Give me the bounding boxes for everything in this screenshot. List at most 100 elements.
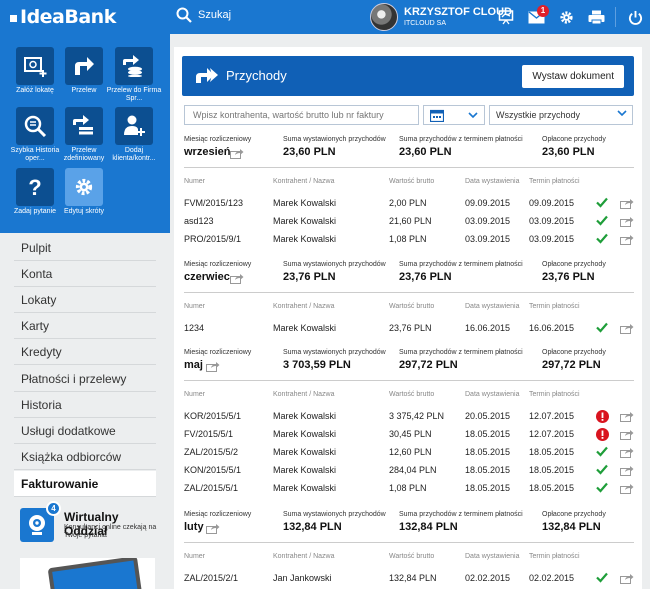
row-number: 1234: [184, 323, 205, 333]
tile-edit-shortcuts[interactable]: Edytuj skróty: [56, 168, 112, 216]
sidebar-item-platnosci[interactable]: Płatności i przelewy: [14, 366, 156, 392]
brand-logo[interactable]: IdeaBank: [10, 6, 116, 28]
table-row[interactable]: ZAL/2015/5/1 Marek Kowalski 1,08 PLN 18.05.…: [184, 482, 634, 500]
row-due: 09.09.2015: [529, 198, 575, 208]
sidebar-item-pulpit[interactable]: Pulpit: [14, 235, 156, 261]
month-label: Miesiąc rozliczeniowy: [184, 136, 252, 143]
income-type-select[interactable]: Wszystkie przychody: [489, 105, 633, 125]
table-row[interactable]: ZAL/2015/5/2 Marek Kowalski 12,60 PLN 18.05…: [184, 446, 634, 464]
row-due: 03.09.2015: [529, 234, 575, 244]
share-icon[interactable]: [620, 573, 634, 584]
sum-issued-label: Suma wystawionych przychodów: [283, 261, 386, 268]
row-contractor: Marek Kowalski: [273, 216, 337, 226]
tile-transfer-firm[interactable]: Przelew do Firma Spr...: [106, 47, 162, 103]
share-icon[interactable]: [230, 273, 244, 284]
col-number: Numer: [184, 391, 206, 398]
gear-icon: [75, 178, 93, 196]
table-row[interactable]: PRO/2015/9/1 Marek Kowalski 1,08 PLN 03.09.…: [184, 233, 634, 251]
tablet-image: [47, 558, 143, 589]
col-number: Numer: [184, 178, 206, 185]
sidebar-item-karty[interactable]: Karty: [14, 313, 156, 339]
row-number: FVM/2015/123: [184, 198, 244, 208]
date-filter[interactable]: [423, 105, 485, 125]
sidebar-item-historia[interactable]: Historia: [14, 392, 156, 418]
col-due-date: Termin płatności: [529, 391, 580, 398]
virtual-office[interactable]: 4 Wirtualny Oddział Konsultanci online c…: [20, 501, 160, 544]
tile-ask-question[interactable]: ? Zadaj pytanie: [7, 168, 63, 216]
row-due: 18.05.2015: [529, 465, 575, 475]
share-icon[interactable]: [620, 429, 634, 440]
settings-button[interactable]: [551, 0, 581, 34]
tile-quick-history[interactable]: Szybka Historia oper...: [7, 107, 63, 163]
panel-title: Przychody: [226, 68, 287, 83]
sum-due-value: 23,76 PLN: [399, 271, 452, 283]
table-row[interactable]: ZAL/2015/2/1 Jan Jankowski 132,84 PLN 02.02…: [184, 572, 634, 589]
paid-value: 297,72 PLN: [542, 359, 601, 371]
presentation-button[interactable]: [491, 0, 521, 34]
transfer-icon: [75, 57, 94, 75]
sidebar-item-kredyty[interactable]: Kredyty: [14, 339, 156, 365]
row-gross: 30,45 PLN: [389, 429, 432, 439]
row-gross: 2,00 PLN: [389, 198, 427, 208]
row-gross: 23,76 PLN: [389, 323, 432, 333]
share-icon[interactable]: [230, 148, 244, 159]
table-row[interactable]: KON/2015/5/1 Marek Kowalski 284,04 PLN 18.0…: [184, 464, 634, 482]
tile-add-client[interactable]: Dodaj klienta/kontr...: [106, 107, 162, 163]
tile-defined-transfer[interactable]: Przelew zdefiniowany: [56, 107, 112, 163]
tile-transfer[interactable]: Przelew: [56, 47, 112, 95]
search-button[interactable]: Szukaj: [176, 7, 231, 23]
row-number: ZAL/2015/2/1: [184, 573, 239, 583]
table-row[interactable]: 1234 Marek Kowalski 23,76 PLN 16.06.2015 16.…: [184, 322, 634, 340]
col-number: Numer: [184, 553, 206, 560]
row-number: FV/2015/5/1: [184, 429, 234, 439]
toolbar-divider: [615, 7, 616, 27]
row-issued: 16.06.2015: [465, 323, 511, 333]
row-gross: 132,84 PLN: [389, 573, 437, 583]
table-row[interactable]: FV/2015/5/1 Marek Kowalski 30,45 PLN 18.05.…: [184, 428, 634, 446]
table-row[interactable]: KOR/2015/5/1 Marek Kowalski 3 375,42 PLN 20…: [184, 410, 634, 428]
promo-banner[interactable]: [20, 558, 155, 589]
col-issue-date: Data wystawienia: [465, 178, 520, 185]
sidebar-item-uslugi[interactable]: Usługi dodatkowe: [14, 418, 156, 444]
table-row[interactable]: FVM/2015/123 Marek Kowalski 2,00 PLN 09.09.…: [184, 197, 634, 215]
sidebar-item-fakturowanie[interactable]: Fakturowanie: [14, 471, 156, 497]
share-icon[interactable]: [206, 523, 220, 534]
search-input[interactable]: [184, 105, 419, 125]
row-number: KON/2015/5/1: [184, 465, 242, 475]
share-icon[interactable]: [620, 483, 634, 494]
row-gross: 21,60 PLN: [389, 216, 432, 226]
col-issue-date: Data wystawienia: [465, 303, 520, 310]
share-icon[interactable]: [620, 447, 634, 458]
add-client-icon: [124, 115, 145, 136]
sidebar-item-ksiazka[interactable]: Książka odbiorców: [14, 444, 156, 470]
row-gross: 1,08 PLN: [389, 234, 427, 244]
row-due: 12.07.2015: [529, 411, 575, 421]
share-icon[interactable]: [620, 323, 634, 334]
share-icon[interactable]: [620, 198, 634, 209]
row-issued: 02.02.2015: [465, 573, 511, 583]
row-contractor: Marek Kowalski: [273, 465, 337, 475]
messages-button[interactable]: 1: [521, 0, 551, 34]
col-contractor: Kontrahent / Nazwa: [273, 553, 335, 560]
share-icon[interactable]: [206, 361, 220, 372]
share-icon[interactable]: [620, 465, 634, 476]
quick-actions: Załóż lokatę Przelew Przelew do Firma Sp…: [0, 34, 170, 233]
share-icon[interactable]: [620, 411, 634, 422]
table-row[interactable]: asd123 Marek Kowalski 21,60 PLN 03.09.2015 0…: [184, 215, 634, 233]
income-panel: Przychody Wystaw dokument Wszystkie przy…: [174, 47, 642, 589]
sidebar-item-lokaty[interactable]: Lokaty: [14, 287, 156, 313]
tile-open-deposit[interactable]: Załóż lokatę: [7, 47, 63, 95]
logout-button[interactable]: [620, 0, 650, 34]
sum-due-label: Suma przychodów z terminem płatności: [399, 136, 523, 143]
sidebar-item-konta[interactable]: Konta: [14, 261, 156, 287]
row-contractor: Marek Kowalski: [273, 483, 337, 493]
chevron-down-icon: [468, 111, 478, 118]
sum-issued-label: Suma wystawionych przychodów: [283, 511, 386, 518]
tile-label: Przelew do Firma Spr...: [106, 87, 162, 102]
share-icon[interactable]: [620, 216, 634, 227]
gear-icon: [559, 10, 573, 24]
share-icon[interactable]: [620, 234, 634, 245]
issue-document-button[interactable]: Wystaw dokument: [522, 65, 624, 88]
print-button[interactable]: [581, 0, 611, 34]
check-icon: [596, 572, 608, 583]
